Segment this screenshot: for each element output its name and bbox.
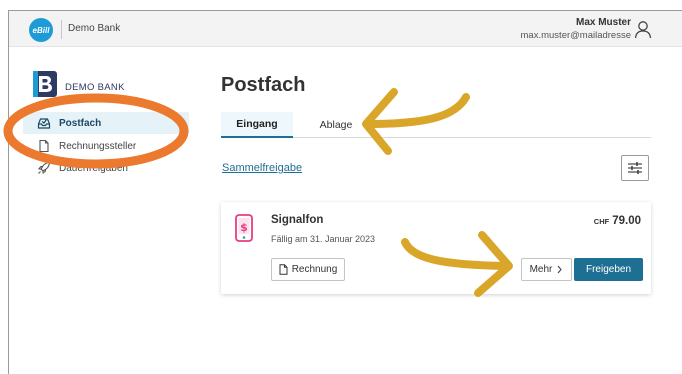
ebill-logo[interactable]: eBill [29,18,53,42]
tab-eingang[interactable]: Eingang [221,112,293,138]
more-button[interactable]: Mehr [521,258,572,281]
demo-bank-logo-icon [33,71,57,97]
sidebar-item-label: Rechnungssteller [59,140,137,152]
document-icon [279,264,288,275]
sliders-icon [628,162,642,174]
filter-button[interactable] [621,155,649,181]
bill-card[interactable]: $ Signalfon Fällig am 31. Januar 2023 CH… [221,202,651,294]
user-icon[interactable] [633,19,653,39]
sidebar-item-label: Postfach [59,117,102,129]
chevron-right-icon [557,265,563,274]
sidebar-bank-name: DEMO BANK [65,82,125,93]
bill-amount: CHF 79.00 [594,215,641,227]
sidebar-item-label: Dauerfreigaben [59,162,128,174]
sidebar-item-dauerfreigaben[interactable]: Dauerfreigaben [23,157,189,179]
amount-value: 79.00 [612,215,641,227]
document-icon [37,139,51,153]
invoice-button-label: Rechnung [291,264,338,275]
app-window: eBill Demo Bank Max Muster max.muster@ma… [8,10,682,374]
user-email: max.muster@mailadresse [520,30,631,41]
topbar-divider [61,20,62,39]
inbox-icon [37,116,51,130]
more-button-label: Mehr [529,264,553,275]
tab-bar: Eingang Ablage [221,112,651,138]
biller-logo-icon: $ [235,214,253,242]
top-bar: eBill Demo Bank Max Muster max.muster@ma… [9,11,682,47]
rocket-icon [37,161,51,175]
approve-button[interactable]: Freigeben [574,258,643,281]
biller-name: Signalfon [271,214,324,226]
due-date: Fällig am 31. Januar 2023 [271,234,376,244]
sidebar-item-postfach[interactable]: Postfach [23,112,189,134]
bank-name: Demo Bank [68,23,121,34]
invoice-button[interactable]: Rechnung [271,258,345,281]
sidebar-item-rechnungssteller[interactable]: Rechnungssteller [23,135,189,157]
currency-label: CHF [593,217,610,226]
page-title: Postfach [221,74,306,96]
svg-text:$: $ [240,221,248,234]
tab-ablage[interactable]: Ablage [301,112,371,138]
user-name: Max Muster [575,17,631,28]
bulk-approval-link[interactable]: Sammelfreigabe [222,162,302,174]
user-info[interactable]: Max Muster max.muster@mailadresse [521,17,631,41]
